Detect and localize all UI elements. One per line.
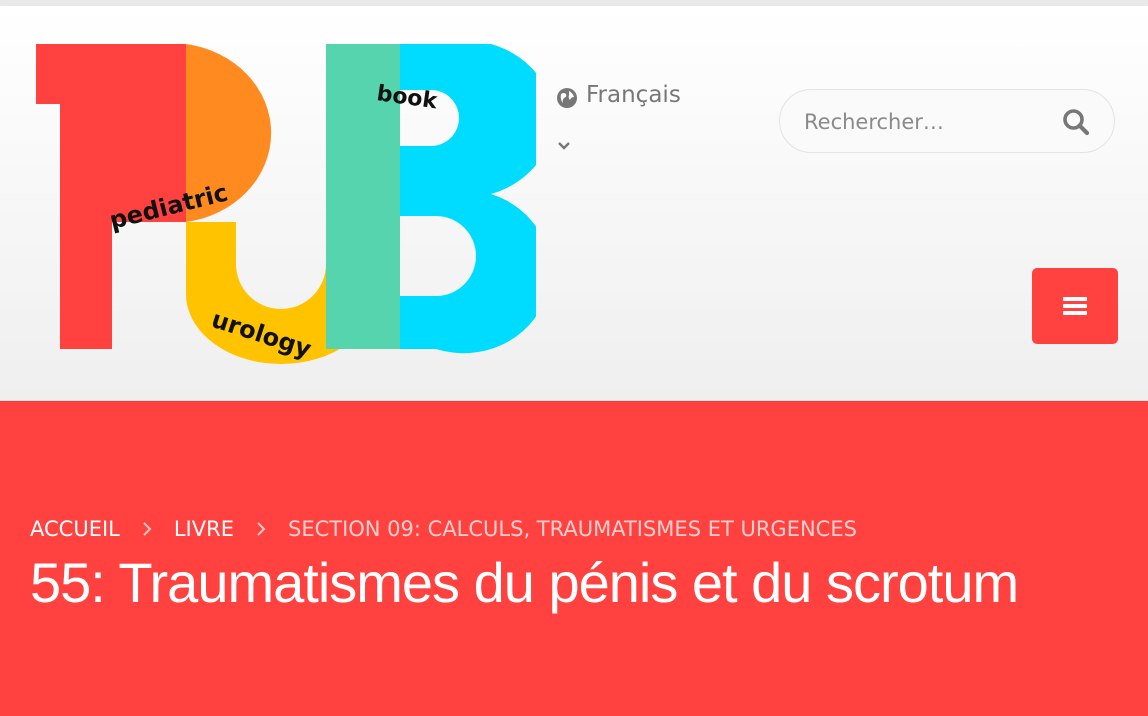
breadcrumb: ACCUEIL LIVRE SECTION 09: CALCULS, TRAUM…	[30, 517, 857, 541]
page-hero: ACCUEIL LIVRE SECTION 09: CALCULS, TRAUM…	[0, 402, 1148, 716]
site-header: pediatric urology book Français	[0, 6, 1148, 401]
breadcrumb-current: SECTION 09: CALCULS, TRAUMATISMES ET URG…	[287, 517, 857, 541]
pub-logo[interactable]: pediatric urology book	[36, 40, 553, 378]
search-box	[779, 89, 1115, 153]
menu-button[interactable]	[1032, 268, 1118, 344]
globe-icon	[557, 88, 577, 108]
language-label: Français	[586, 82, 681, 108]
search-icon[interactable]	[1062, 108, 1090, 136]
search-input[interactable]	[802, 104, 1046, 140]
page-title: 55: Traumatismes du pénis et du scrotum	[30, 551, 1019, 614]
breadcrumb-home[interactable]: ACCUEIL	[30, 517, 120, 541]
breadcrumb-book[interactable]: LIVRE	[174, 517, 234, 541]
chevron-down-icon[interactable]	[556, 138, 572, 154]
chevron-right-icon	[257, 522, 266, 536]
chevron-right-icon	[143, 522, 152, 536]
hamburger-menu-icon	[1063, 297, 1087, 315]
